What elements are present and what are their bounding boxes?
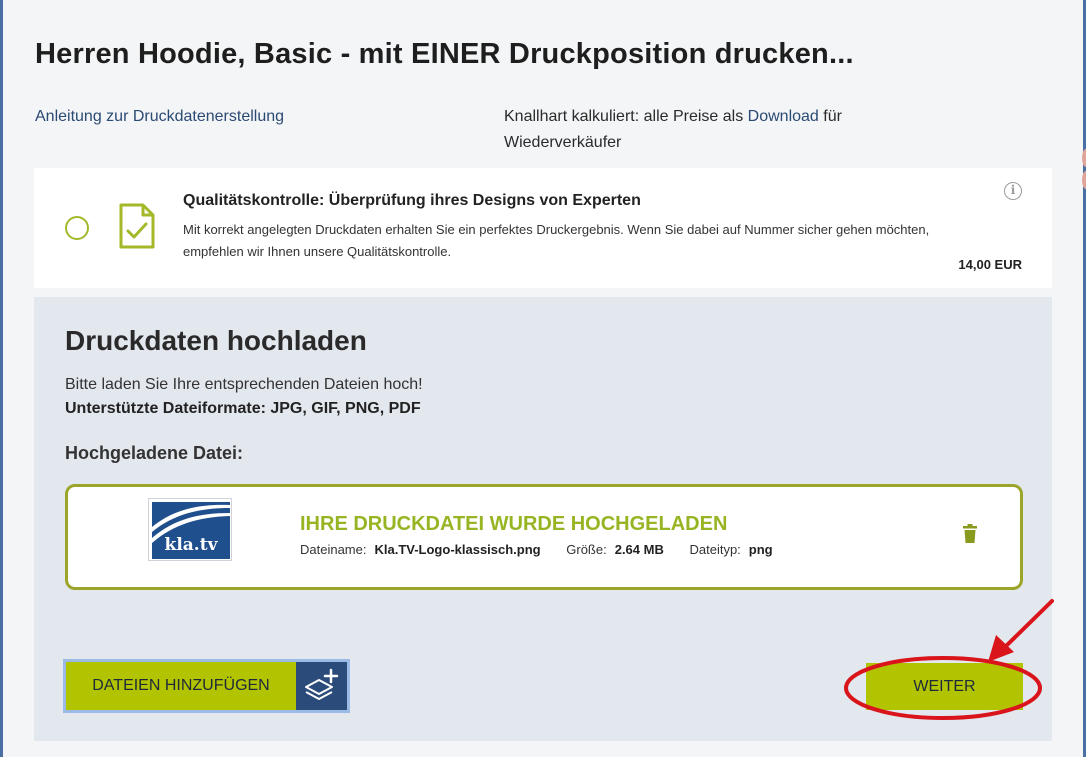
download-link[interactable]: Download [748, 108, 819, 125]
quality-check-card[interactable]: Qualitätskontrolle: Überprüfung ihres De… [34, 168, 1052, 288]
edge-decoration [1082, 149, 1086, 189]
upload-status: IHRE DRUCKDATEI WURDE HOCHGELADEN [300, 513, 728, 535]
layers-add-icon [305, 668, 339, 700]
quality-check-radio[interactable] [65, 216, 89, 240]
page-title: Herren Hoodie, Basic - mit EINER Druckpo… [35, 38, 854, 70]
uploaded-file-label: Hochgeladene Datei: [65, 443, 244, 463]
supported-formats: Unterstützte Dateiformate: JPG, GIF, PNG… [65, 400, 421, 417]
page-content: Herren Hoodie, Basic - mit EINER Druckpo… [3, 0, 1083, 757]
promo-prefix: Knallhart kalkuliert: alle Preise als [504, 108, 748, 125]
kla-tv-logo: kla.tv [152, 502, 230, 559]
file-size-label: Größe: [566, 542, 607, 557]
file-name-value: Kla.TV-Logo-klassisch.png [374, 542, 541, 557]
add-files-label: DATEIEN HINZUFÜGEN [92, 677, 270, 694]
add-files-icon-box [296, 662, 347, 710]
file-type-value: png [748, 542, 773, 557]
add-files-button[interactable]: DATEIEN HINZUFÜGEN [63, 659, 350, 713]
trash-icon[interactable] [962, 524, 978, 544]
uploaded-file-card: kla.tv IHRE DRUCKDATEI WURDE HOCHGELADEN… [65, 484, 1023, 590]
quality-check-title: Qualitätskontrolle: Überprüfung ihres De… [183, 192, 641, 209]
document-check-icon [119, 203, 155, 249]
upload-panel: Druckdaten hochladen Bitte laden Sie Ihr… [34, 297, 1052, 741]
upload-hint: Bitte laden Sie Ihre entsprechenden Date… [65, 376, 423, 393]
file-size-value: 2.64 MB [614, 542, 664, 557]
file-meta: Dateiname: Kla.TV-Logo-klassisch.png Größ… [300, 542, 795, 557]
file-thumbnail: kla.tv [148, 498, 232, 561]
file-name-label: Dateiname: [300, 542, 367, 557]
logo-text: kla.tv [165, 535, 219, 555]
quality-check-price: 14,00 EUR [958, 257, 1022, 272]
info-icon[interactable]: i [1004, 182, 1022, 200]
upload-title: Druckdaten hochladen [65, 325, 367, 356]
guide-link[interactable]: Anleitung zur Druckdatenerstellung [35, 108, 284, 126]
next-button[interactable]: WEITER [866, 663, 1023, 710]
file-type-label: Dateityp: [689, 542, 741, 557]
quality-check-description: Mit korrekt angelegten Druckdaten erhalt… [183, 222, 930, 259]
promo-text: Knallhart kalkuliert: alle Preise als Do… [504, 104, 904, 156]
